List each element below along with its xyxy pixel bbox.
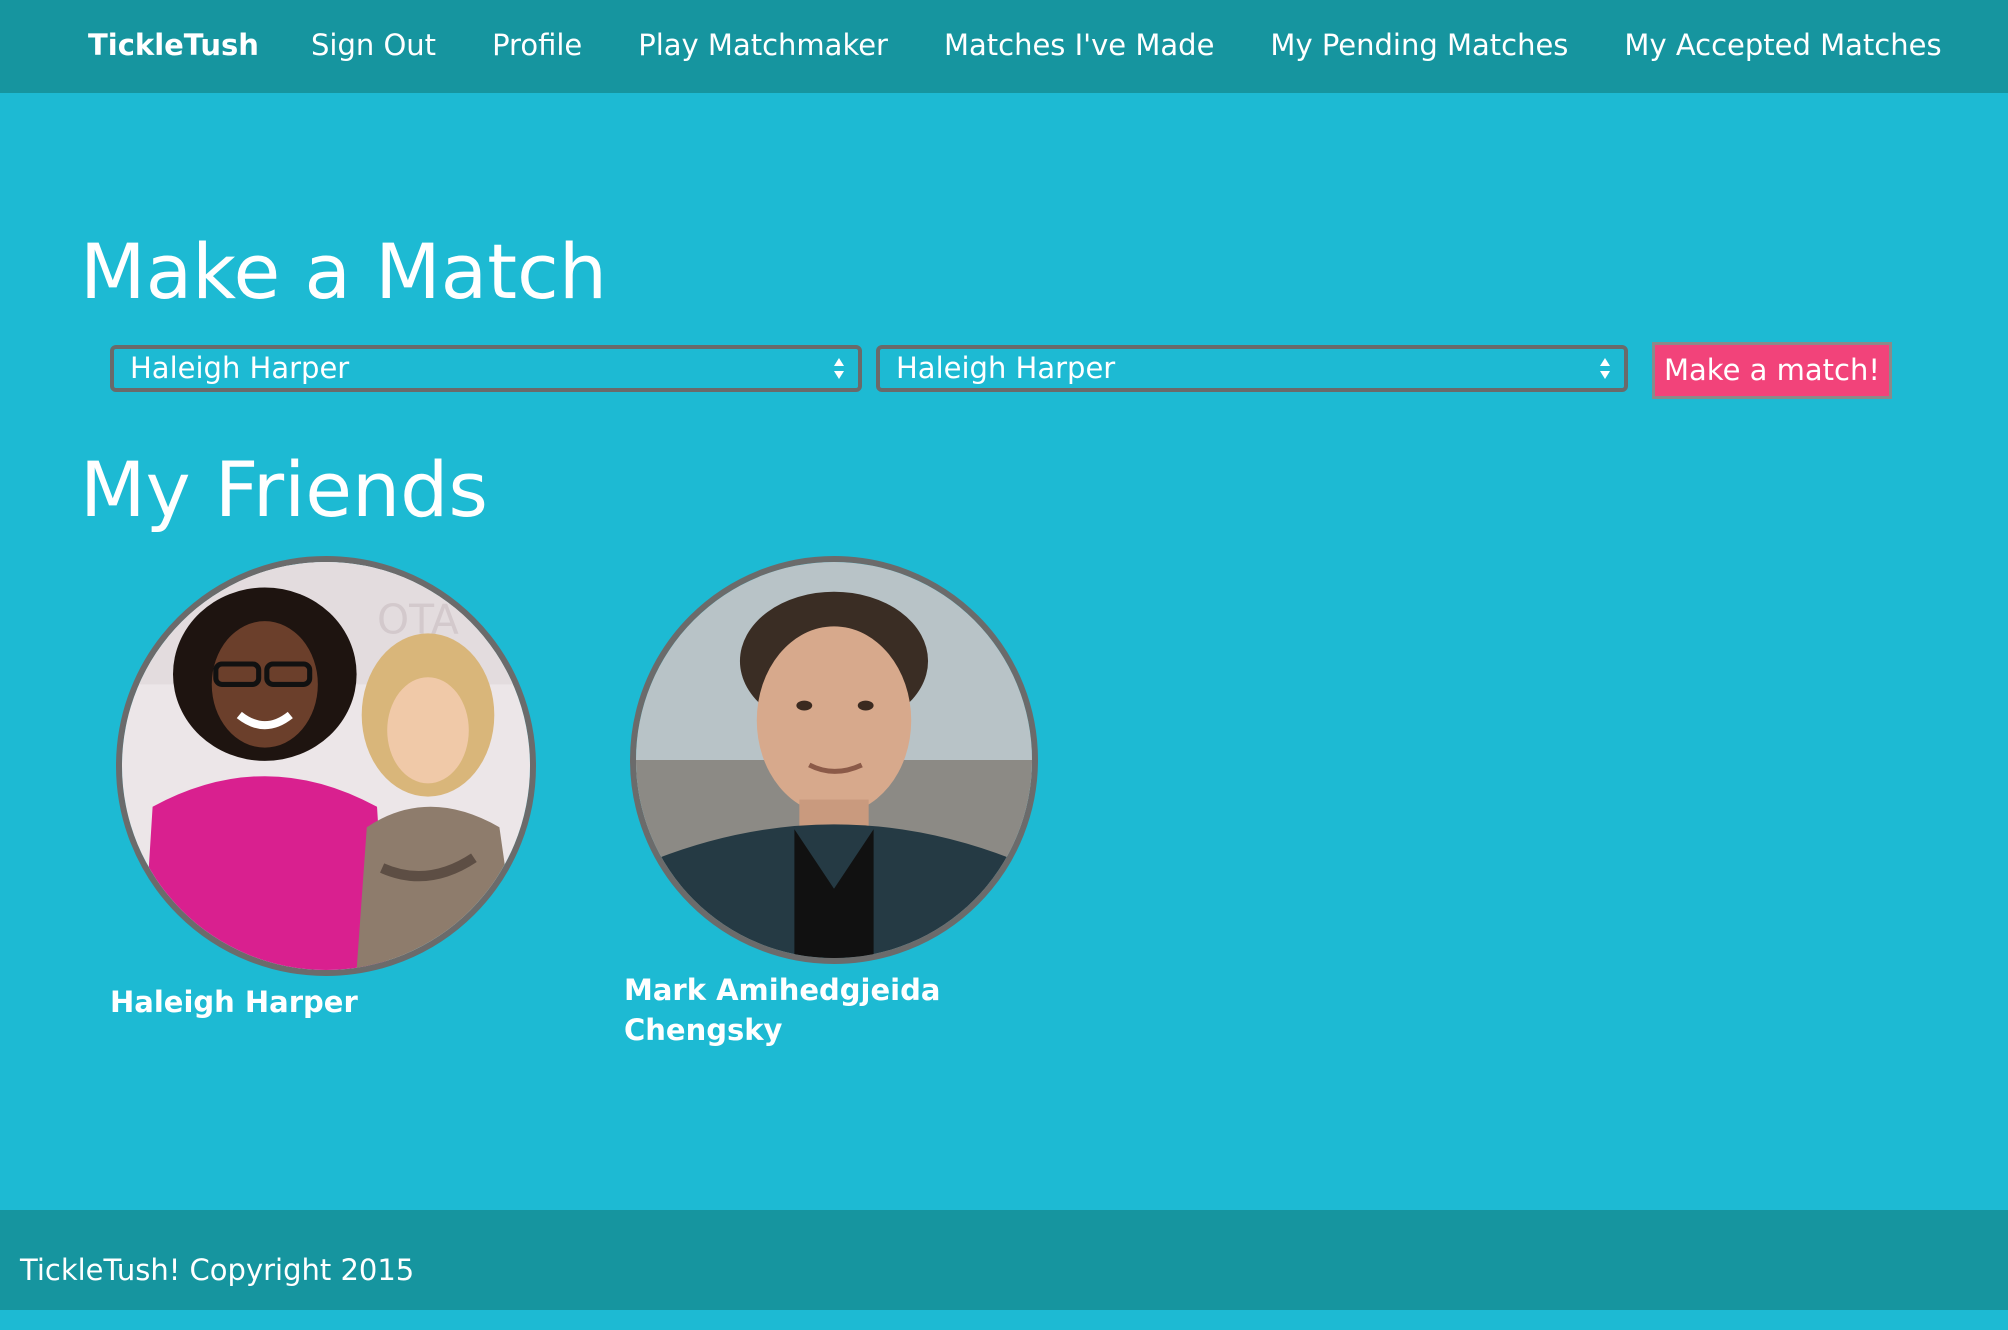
my-friends-heading: My Friends [80, 445, 489, 534]
footer-copyright: TickleTush! Copyright 2015 [20, 1253, 415, 1287]
nav-matches-made[interactable]: Matches I've Made [944, 0, 1214, 93]
make-match-button[interactable]: Make a match! [1652, 342, 1892, 399]
friend-name[interactable]: Mark Amihedgjeida Chengsky [624, 970, 964, 1050]
nav-accepted-matches[interactable]: My Accepted Matches [1624, 0, 1941, 93]
avatar-photo-man-icon [636, 562, 1032, 958]
select-updown-icon [1598, 353, 1612, 384]
brand-link[interactable]: TickleTush [88, 0, 259, 93]
nav-sign-out[interactable]: Sign Out [311, 0, 436, 93]
nav-pending-matches[interactable]: My Pending Matches [1270, 0, 1568, 93]
top-navbar: TickleTush Sign Out Profile Play Matchma… [0, 0, 2008, 93]
nav-profile[interactable]: Profile [492, 0, 582, 93]
friend-name[interactable]: Haleigh Harper [110, 982, 450, 1022]
footer: TickleTush! Copyright 2015 [0, 1210, 2008, 1310]
avatar-photo-two-women-icon: OTA [122, 562, 530, 970]
select-b-value: Haleigh Harper [896, 351, 1116, 385]
make-match-heading: Make a Match [80, 227, 607, 316]
nav-links: Sign Out Profile Play Matchmaker Matches… [311, 0, 1998, 93]
match-person-a-select[interactable]: Haleigh Harper [110, 345, 862, 392]
select-updown-icon [832, 353, 846, 384]
select-a-value: Haleigh Harper [130, 351, 350, 385]
friend-avatar[interactable]: OTA [116, 556, 536, 976]
friend-avatar[interactable] [630, 556, 1038, 964]
nav-play-matchmaker[interactable]: Play Matchmaker [638, 0, 888, 93]
match-person-b-select[interactable]: Haleigh Harper [876, 345, 1628, 392]
